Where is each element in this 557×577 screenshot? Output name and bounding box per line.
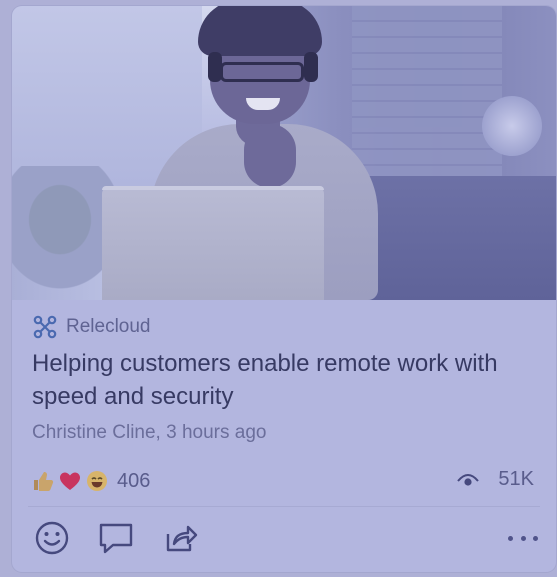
more-options-icon[interactable] [508,528,538,548]
action-bar [32,518,224,558]
share-button[interactable] [160,518,200,558]
comment-button[interactable] [96,518,136,558]
source-row[interactable]: Relecloud [32,314,151,340]
source-name: Relecloud [66,316,151,337]
laugh-icon [87,471,107,491]
reactions-summary[interactable]: 406 [30,468,150,494]
heart-icon [60,472,80,490]
react-button[interactable] [32,518,72,558]
dot [508,535,513,541]
article-byline: Christine Cline, 3 hours ago [32,422,267,443]
divider [28,506,540,507]
eye-icon [457,473,480,486]
news-card[interactable]: Relecloud Helping customers enable remot… [12,6,556,572]
views-count: 51K [498,468,534,490]
reaction-count: 406 [117,469,151,492]
relecloud-logo-icon [33,315,57,339]
article-headline[interactable]: Helping customers enable remote work wit… [32,347,532,413]
thumbs-up-icon [34,472,54,491]
comment-icon [99,523,133,554]
laptop [102,186,324,300]
hero-photo [12,6,556,300]
views-summary: 51K [456,468,534,491]
share-icon [166,525,198,552]
dot [520,535,526,541]
dot [533,535,538,541]
smiley-icon [35,521,69,555]
